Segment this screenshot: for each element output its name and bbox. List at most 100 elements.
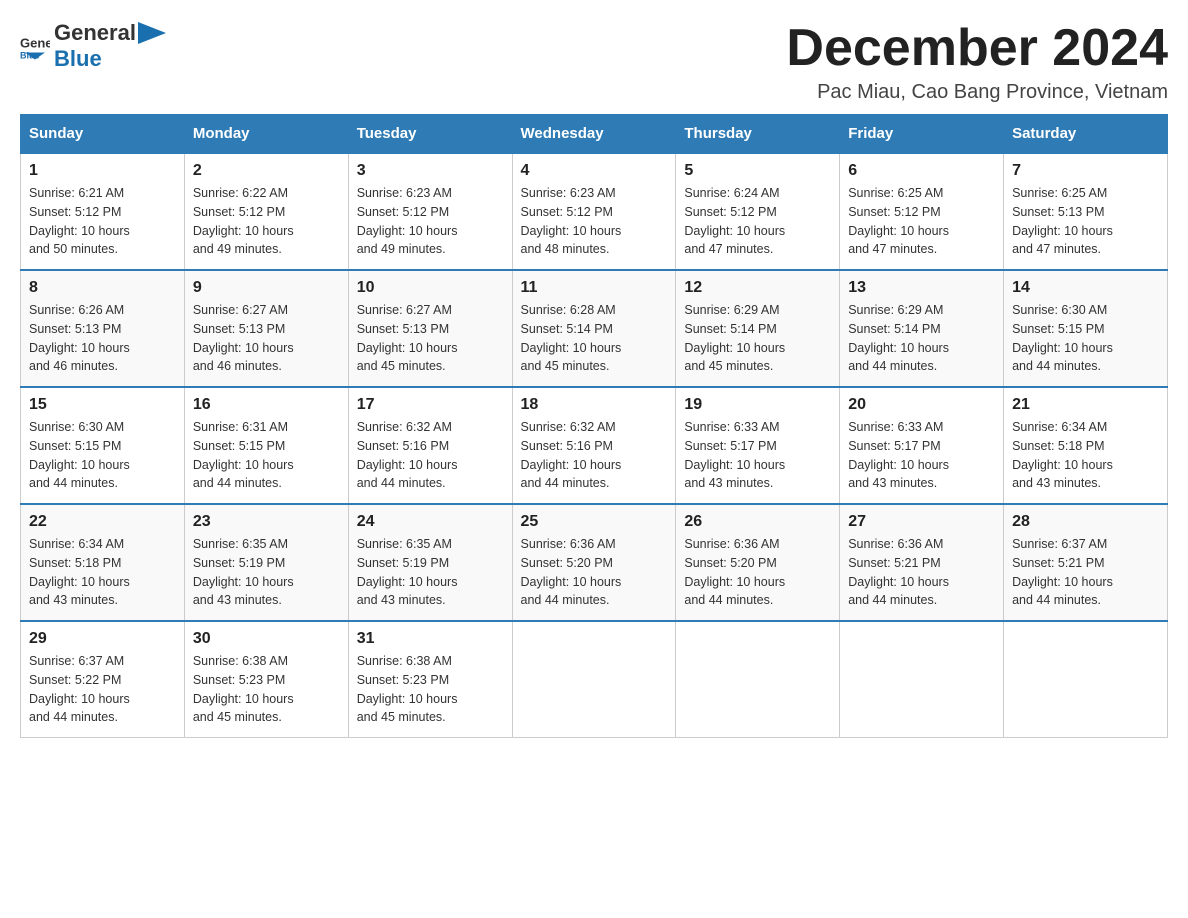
- calendar-cell: 12Sunrise: 6:29 AMSunset: 5:14 PMDayligh…: [676, 270, 840, 387]
- day-number: 7: [1012, 162, 1159, 180]
- day-info: Sunrise: 6:25 AMSunset: 5:12 PMDaylight:…: [848, 184, 995, 259]
- header-row: Sunday Monday Tuesday Wednesday Thursday…: [21, 115, 1168, 154]
- calendar-cell: 27 Sunrise: 6:36 AMSunset: 5:21 PMDayligh…: [840, 504, 1004, 621]
- calendar-week-3: 15 Sunrise: 6:30 AMSunset: 5:15 PMDayligh…: [21, 387, 1168, 504]
- calendar-cell: 28 Sunrise: 6:37 AMSunset: 5:21 PMDayligh…: [1004, 504, 1168, 621]
- calendar-cell: 4Sunrise: 6:23 AMSunset: 5:12 PMDaylight…: [512, 153, 676, 270]
- calendar-cell: 2 Sunrise: 6:22 AMSunset: 5:12 PMDaylight…: [184, 153, 348, 270]
- svg-text:Blue: Blue: [20, 51, 40, 61]
- header-wednesday: Wednesday: [512, 115, 676, 154]
- day-number: 10: [357, 279, 504, 297]
- calendar-cell: 11Sunrise: 6:28 AMSunset: 5:14 PMDayligh…: [512, 270, 676, 387]
- day-info: Sunrise: 6:37 AMSunset: 5:22 PMDaylight:…: [29, 652, 176, 727]
- calendar-cell: 13Sunrise: 6:29 AMSunset: 5:14 PMDayligh…: [840, 270, 1004, 387]
- calendar-cell: 30Sunrise: 6:38 AMSunset: 5:23 PMDayligh…: [184, 621, 348, 738]
- calendar-cell: [1004, 621, 1168, 738]
- calendar-cell: 9 Sunrise: 6:27 AMSunset: 5:13 PMDaylight…: [184, 270, 348, 387]
- calendar-week-1: 1 Sunrise: 6:21 AMSunset: 5:12 PMDaylight…: [21, 153, 1168, 270]
- day-info: Sunrise: 6:26 AMSunset: 5:13 PMDaylight:…: [29, 301, 176, 376]
- calendar-cell: 3 Sunrise: 6:23 AMSunset: 5:12 PMDaylight…: [348, 153, 512, 270]
- calendar-cell: 31Sunrise: 6:38 AMSunset: 5:23 PMDayligh…: [348, 621, 512, 738]
- day-number: 11: [521, 279, 668, 297]
- day-number: 18: [521, 396, 668, 414]
- day-info: Sunrise: 6:36 AMSunset: 5:20 PMDaylight:…: [521, 535, 668, 610]
- day-number: 9: [193, 279, 340, 297]
- logo-blue-text: Blue: [54, 46, 102, 71]
- day-info: Sunrise: 6:23 AMSunset: 5:12 PMDaylight:…: [357, 184, 504, 259]
- day-info: Sunrise: 6:30 AMSunset: 5:15 PMDaylight:…: [29, 418, 176, 493]
- calendar-cell: [840, 621, 1004, 738]
- header-friday: Friday: [840, 115, 1004, 154]
- day-info: Sunrise: 6:25 AMSunset: 5:13 PMDaylight:…: [1012, 184, 1159, 259]
- day-info: Sunrise: 6:35 AMSunset: 5:19 PMDaylight:…: [193, 535, 340, 610]
- calendar-cell: 22Sunrise: 6:34 AMSunset: 5:18 PMDayligh…: [21, 504, 185, 621]
- day-info: Sunrise: 6:27 AMSunset: 5:13 PMDaylight:…: [357, 301, 504, 376]
- day-number: 29: [29, 630, 176, 648]
- day-info: Sunrise: 6:21 AMSunset: 5:12 PMDaylight:…: [29, 184, 176, 259]
- day-number: 25: [521, 513, 668, 531]
- calendar-cell: 25 Sunrise: 6:36 AMSunset: 5:20 PMDayligh…: [512, 504, 676, 621]
- day-number: 31: [357, 630, 504, 648]
- day-info: Sunrise: 6:33 AMSunset: 5:17 PMDaylight:…: [848, 418, 995, 493]
- header-tuesday: Tuesday: [348, 115, 512, 154]
- day-number: 4: [521, 162, 668, 180]
- calendar-cell: 1 Sunrise: 6:21 AMSunset: 5:12 PMDaylight…: [21, 153, 185, 270]
- day-number: 14: [1012, 279, 1159, 297]
- calendar-cell: 15 Sunrise: 6:30 AMSunset: 5:15 PMDayligh…: [21, 387, 185, 504]
- title-block: December 2024 Pac Miau, Cao Bang Provinc…: [786, 20, 1168, 104]
- logo-icon: General Blue: [20, 31, 50, 61]
- calendar-cell: 8 Sunrise: 6:26 AMSunset: 5:13 PMDaylight…: [21, 270, 185, 387]
- day-number: 21: [1012, 396, 1159, 414]
- calendar-cell: 26 Sunrise: 6:36 AMSunset: 5:20 PMDayligh…: [676, 504, 840, 621]
- day-info: Sunrise: 6:22 AMSunset: 5:12 PMDaylight:…: [193, 184, 340, 259]
- day-number: 2: [193, 162, 340, 180]
- day-info: Sunrise: 6:29 AMSunset: 5:14 PMDaylight:…: [684, 301, 831, 376]
- calendar-table: Sunday Monday Tuesday Wednesday Thursday…: [20, 114, 1168, 738]
- location-title: Pac Miau, Cao Bang Province, Vietnam: [786, 81, 1168, 104]
- day-number: 8: [29, 279, 176, 297]
- calendar-cell: [676, 621, 840, 738]
- calendar-cell: 24Sunrise: 6:35 AMSunset: 5:19 PMDayligh…: [348, 504, 512, 621]
- logo: General Blue General Blue: [20, 20, 166, 72]
- calendar-cell: 23 Sunrise: 6:35 AMSunset: 5:19 PMDayligh…: [184, 504, 348, 621]
- svg-text:General: General: [20, 36, 50, 51]
- calendar-cell: 17 Sunrise: 6:32 AMSunset: 5:16 PMDayligh…: [348, 387, 512, 504]
- day-number: 3: [357, 162, 504, 180]
- day-info: Sunrise: 6:30 AMSunset: 5:15 PMDaylight:…: [1012, 301, 1159, 376]
- day-number: 15: [29, 396, 176, 414]
- day-info: Sunrise: 6:37 AMSunset: 5:21 PMDaylight:…: [1012, 535, 1159, 610]
- calendar-cell: 21 Sunrise: 6:34 AMSunset: 5:18 PMDayligh…: [1004, 387, 1168, 504]
- calendar-cell: [512, 621, 676, 738]
- day-info: Sunrise: 6:29 AMSunset: 5:14 PMDaylight:…: [848, 301, 995, 376]
- day-number: 26: [684, 513, 831, 531]
- day-number: 16: [193, 396, 340, 414]
- day-number: 1: [29, 162, 176, 180]
- calendar-week-4: 22Sunrise: 6:34 AMSunset: 5:18 PMDayligh…: [21, 504, 1168, 621]
- calendar-header: Sunday Monday Tuesday Wednesday Thursday…: [21, 115, 1168, 154]
- day-info: Sunrise: 6:36 AMSunset: 5:20 PMDaylight:…: [684, 535, 831, 610]
- day-number: 19: [684, 396, 831, 414]
- day-number: 23: [193, 513, 340, 531]
- logo-triangle-icon: [138, 22, 166, 44]
- month-title: December 2024: [786, 20, 1168, 77]
- day-number: 6: [848, 162, 995, 180]
- calendar-body: 1 Sunrise: 6:21 AMSunset: 5:12 PMDaylight…: [21, 153, 1168, 738]
- day-number: 28: [1012, 513, 1159, 531]
- day-info: Sunrise: 6:36 AMSunset: 5:21 PMDaylight:…: [848, 535, 995, 610]
- day-info: Sunrise: 6:34 AMSunset: 5:18 PMDaylight:…: [29, 535, 176, 610]
- day-info: Sunrise: 6:32 AMSunset: 5:16 PMDaylight:…: [357, 418, 504, 493]
- calendar-cell: 7 Sunrise: 6:25 AMSunset: 5:13 PMDaylight…: [1004, 153, 1168, 270]
- day-number: 17: [357, 396, 504, 414]
- day-info: Sunrise: 6:32 AMSunset: 5:16 PMDaylight:…: [521, 418, 668, 493]
- day-info: Sunrise: 6:27 AMSunset: 5:13 PMDaylight:…: [193, 301, 340, 376]
- header-saturday: Saturday: [1004, 115, 1168, 154]
- day-number: 27: [848, 513, 995, 531]
- day-info: Sunrise: 6:34 AMSunset: 5:18 PMDaylight:…: [1012, 418, 1159, 493]
- header-thursday: Thursday: [676, 115, 840, 154]
- calendar-cell: 16 Sunrise: 6:31 AMSunset: 5:15 PMDayligh…: [184, 387, 348, 504]
- header-monday: Monday: [184, 115, 348, 154]
- day-info: Sunrise: 6:31 AMSunset: 5:15 PMDaylight:…: [193, 418, 340, 493]
- calendar-cell: 29 Sunrise: 6:37 AMSunset: 5:22 PMDayligh…: [21, 621, 185, 738]
- calendar-week-5: 29 Sunrise: 6:37 AMSunset: 5:22 PMDayligh…: [21, 621, 1168, 738]
- calendar-cell: 5Sunrise: 6:24 AMSunset: 5:12 PMDaylight…: [676, 153, 840, 270]
